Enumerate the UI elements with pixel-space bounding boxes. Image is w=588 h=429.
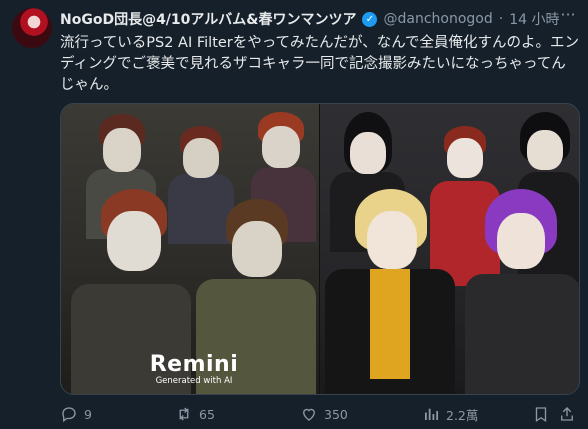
reply-icon: [60, 405, 78, 423]
like-button[interactable]: 350: [300, 405, 422, 423]
reply-count: 9: [84, 406, 92, 422]
bookmark-icon: [532, 405, 550, 423]
bookmark-button[interactable]: [532, 405, 558, 423]
tweet-card[interactable]: NoGoD団長@4/10アルバム&春ワンマンツア ✓ @danchonogod …: [0, 0, 588, 429]
separator-dot: ·: [498, 11, 504, 27]
figure: [464, 189, 579, 394]
tweet-text: 流行っているPS2 AI Filterをやってみたんだが、なんで全員俺化すんのよ…: [60, 35, 580, 93]
views-chart-icon: [422, 405, 440, 423]
verified-badge-icon: ✓: [362, 11, 378, 27]
retweet-button[interactable]: 65: [175, 405, 300, 423]
share-button[interactable]: [558, 405, 580, 423]
views-button[interactable]: 2.2萬: [422, 405, 532, 424]
display-name[interactable]: NoGoD団長@4/10アルバム&春ワンマンツア: [60, 9, 356, 29]
reply-button[interactable]: 9: [60, 405, 175, 423]
watermark-subtitle: Generated with AI: [155, 376, 233, 386]
media-image-right[interactable]: [318, 104, 579, 394]
avatar[interactable]: [12, 8, 52, 48]
figure: [324, 189, 455, 394]
view-count: 2.2萬: [446, 407, 479, 423]
user-handle[interactable]: @danchonogod: [383, 11, 492, 27]
media-image-left[interactable]: Remini Generated with AI: [61, 104, 319, 394]
action-bar: 9 65 350 2.2萬: [60, 403, 580, 425]
more-options-icon[interactable]: ···: [558, 7, 578, 28]
like-count: 350: [324, 406, 348, 422]
remini-watermark: Remini Generated with AI: [149, 352, 239, 386]
share-icon: [558, 405, 576, 423]
timestamp[interactable]: 14 小時: [509, 9, 559, 29]
retweet-count: 65: [199, 406, 215, 422]
watermark-title: Remini: [149, 352, 239, 377]
retweet-icon: [175, 405, 193, 423]
tweet-media[interactable]: Remini Generated with AI: [60, 103, 580, 395]
heart-icon: [300, 405, 318, 423]
tweet-header: NoGoD団長@4/10アルバム&春ワンマンツア ✓ @danchonogod …: [60, 8, 580, 30]
